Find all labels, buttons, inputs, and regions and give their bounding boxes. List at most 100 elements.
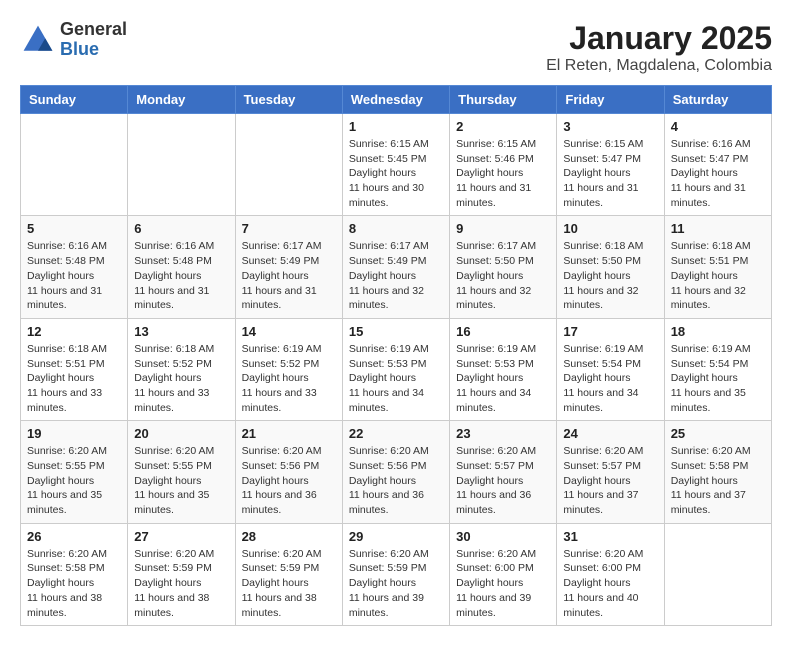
table-row: 11 Sunrise: 6:18 AMSunset: 5:51 PMDayligh… (664, 216, 771, 318)
table-row: 22 Sunrise: 6:20 AMSunset: 5:56 PMDayligh… (342, 421, 449, 523)
calendar-week-row: 5Sunrise: 6:16 AMSunset: 5:48 PMDaylight… (21, 216, 772, 318)
calendar: Sunday Monday Tuesday Wednesday Thursday… (20, 85, 772, 626)
day-number: 11 (671, 221, 765, 236)
day-info: Sunrise: 6:20 AMSunset: 5:58 PMDaylight … (671, 444, 765, 517)
day-info: Sunrise: 6:19 AMSunset: 5:53 PMDaylight … (456, 342, 550, 415)
table-row: 4 Sunrise: 6:16 AMSunset: 5:47 PMDaylight… (664, 114, 771, 216)
day-info: Sunrise: 6:20 AMSunset: 5:57 PMDaylight … (563, 444, 657, 517)
day-number: 7 (242, 221, 336, 236)
table-row: 31Sunrise: 6:20 AMSunset: 6:00 PMDayligh… (557, 523, 664, 625)
col-sunday: Sunday (21, 86, 128, 114)
day-info: Sunrise: 6:18 AMSunset: 5:52 PMDaylight … (134, 342, 228, 415)
day-info: Sunrise: 6:20 AMSunset: 5:56 PMDaylight … (242, 444, 336, 517)
day-number: 26 (27, 529, 121, 544)
day-info: Sunrise: 6:18 AMSunset: 5:51 PMDaylight … (671, 239, 765, 312)
day-info: Sunrise: 6:15 AMSunset: 5:47 PMDaylight … (563, 137, 657, 210)
day-number: 30 (456, 529, 550, 544)
logo-text: General Blue (60, 20, 127, 60)
day-number: 6 (134, 221, 228, 236)
day-info: Sunrise: 6:19 AMSunset: 5:54 PMDaylight … (563, 342, 657, 415)
table-row: 28Sunrise: 6:20 AMSunset: 5:59 PMDayligh… (235, 523, 342, 625)
table-row: 27 Sunrise: 6:20 AMSunset: 5:59 PMDayligh… (128, 523, 235, 625)
col-saturday: Saturday (664, 86, 771, 114)
day-info: Sunrise: 6:19 AMSunset: 5:54 PMDaylight … (671, 342, 765, 415)
table-row (235, 114, 342, 216)
table-row: 2 Sunrise: 6:15 AMSunset: 5:46 PMDaylight… (450, 114, 557, 216)
table-row: 6Sunrise: 6:16 AMSunset: 5:48 PMDaylight… (128, 216, 235, 318)
table-row: 30Sunrise: 6:20 AMSunset: 6:00 PMDayligh… (450, 523, 557, 625)
table-row (128, 114, 235, 216)
day-number: 4 (671, 119, 765, 134)
day-number: 31 (563, 529, 657, 544)
day-info: Sunrise: 6:16 AMSunset: 5:47 PMDaylight … (671, 137, 765, 210)
day-info: Sunrise: 6:17 AMSunset: 5:49 PMDaylight … (242, 239, 336, 312)
calendar-week-row: 12Sunrise: 6:18 AMSunset: 5:51 PMDayligh… (21, 318, 772, 420)
day-number: 27 (134, 529, 228, 544)
table-row: 8 Sunrise: 6:17 AMSunset: 5:49 PMDaylight… (342, 216, 449, 318)
day-number: 20 (134, 426, 228, 441)
table-row: 17 Sunrise: 6:19 AMSunset: 5:54 PMDayligh… (557, 318, 664, 420)
day-info: Sunrise: 6:20 AMSunset: 5:57 PMDaylight … (456, 444, 550, 517)
table-row: 19Sunrise: 6:20 AMSunset: 5:55 PMDayligh… (21, 421, 128, 523)
day-info: Sunrise: 6:16 AMSunset: 5:48 PMDaylight … (27, 239, 121, 312)
day-number: 10 (563, 221, 657, 236)
day-number: 3 (563, 119, 657, 134)
table-row: 25Sunrise: 6:20 AMSunset: 5:58 PMDayligh… (664, 421, 771, 523)
day-number: 29 (349, 529, 443, 544)
table-row (664, 523, 771, 625)
table-row: 24 Sunrise: 6:20 AMSunset: 5:57 PMDayligh… (557, 421, 664, 523)
day-number: 15 (349, 324, 443, 339)
day-number: 21 (242, 426, 336, 441)
logo: General Blue (20, 20, 127, 60)
day-info: Sunrise: 6:20 AMSunset: 5:56 PMDaylight … (349, 444, 443, 517)
day-number: 16 (456, 324, 550, 339)
day-number: 1 (349, 119, 443, 134)
table-row: 16 Sunrise: 6:19 AMSunset: 5:53 PMDayligh… (450, 318, 557, 420)
location-title: El Reten, Magdalena, Colombia (546, 57, 772, 75)
month-title: January 2025 (546, 20, 772, 57)
logo-icon (20, 22, 56, 58)
day-info: Sunrise: 6:17 AMSunset: 5:50 PMDaylight … (456, 239, 550, 312)
table-row: 15 Sunrise: 6:19 AMSunset: 5:53 PMDayligh… (342, 318, 449, 420)
day-info: Sunrise: 6:20 AMSunset: 5:58 PMDaylight … (27, 547, 121, 620)
day-number: 28 (242, 529, 336, 544)
day-info: Sunrise: 6:19 AMSunset: 5:52 PMDaylight … (242, 342, 336, 415)
calendar-week-row: 19Sunrise: 6:20 AMSunset: 5:55 PMDayligh… (21, 421, 772, 523)
table-row: 20Sunrise: 6:20 AMSunset: 5:55 PMDayligh… (128, 421, 235, 523)
table-row: 5Sunrise: 6:16 AMSunset: 5:48 PMDaylight… (21, 216, 128, 318)
day-info: Sunrise: 6:15 AMSunset: 5:46 PMDaylight … (456, 137, 550, 210)
day-number: 22 (349, 426, 443, 441)
day-info: Sunrise: 6:18 AMSunset: 5:51 PMDaylight … (27, 342, 121, 415)
day-info: Sunrise: 6:17 AMSunset: 5:49 PMDaylight … (349, 239, 443, 312)
day-info: Sunrise: 6:20 AMSunset: 5:55 PMDaylight … (27, 444, 121, 517)
col-wednesday: Wednesday (342, 86, 449, 114)
page-header: General Blue January 2025 El Reten, Magd… (20, 20, 772, 75)
day-number: 9 (456, 221, 550, 236)
day-info: Sunrise: 6:20 AMSunset: 5:59 PMDaylight … (349, 547, 443, 620)
table-row: 29 Sunrise: 6:20 AMSunset: 5:59 PMDayligh… (342, 523, 449, 625)
day-number: 18 (671, 324, 765, 339)
day-info: Sunrise: 6:18 AMSunset: 5:50 PMDaylight … (563, 239, 657, 312)
col-tuesday: Tuesday (235, 86, 342, 114)
day-number: 24 (563, 426, 657, 441)
table-row: 10 Sunrise: 6:18 AMSunset: 5:50 PMDayligh… (557, 216, 664, 318)
table-row: 3 Sunrise: 6:15 AMSunset: 5:47 PMDaylight… (557, 114, 664, 216)
table-row: 13Sunrise: 6:18 AMSunset: 5:52 PMDayligh… (128, 318, 235, 420)
calendar-week-row: 1 Sunrise: 6:15 AMSunset: 5:45 PMDaylight… (21, 114, 772, 216)
day-number: 23 (456, 426, 550, 441)
calendar-week-row: 26 Sunrise: 6:20 AMSunset: 5:58 PMDayligh… (21, 523, 772, 625)
col-friday: Friday (557, 86, 664, 114)
table-row: 14Sunrise: 6:19 AMSunset: 5:52 PMDayligh… (235, 318, 342, 420)
day-info: Sunrise: 6:20 AMSunset: 5:59 PMDaylight … (134, 547, 228, 620)
day-number: 2 (456, 119, 550, 134)
day-number: 8 (349, 221, 443, 236)
calendar-header-row: Sunday Monday Tuesday Wednesday Thursday… (21, 86, 772, 114)
title-area: January 2025 El Reten, Magdalena, Colomb… (546, 20, 772, 75)
table-row: 18 Sunrise: 6:19 AMSunset: 5:54 PMDayligh… (664, 318, 771, 420)
table-row: 1 Sunrise: 6:15 AMSunset: 5:45 PMDaylight… (342, 114, 449, 216)
day-info: Sunrise: 6:19 AMSunset: 5:53 PMDaylight … (349, 342, 443, 415)
table-row (21, 114, 128, 216)
logo-general: General (60, 19, 127, 39)
day-number: 17 (563, 324, 657, 339)
day-info: Sunrise: 6:15 AMSunset: 5:45 PMDaylight … (349, 137, 443, 210)
